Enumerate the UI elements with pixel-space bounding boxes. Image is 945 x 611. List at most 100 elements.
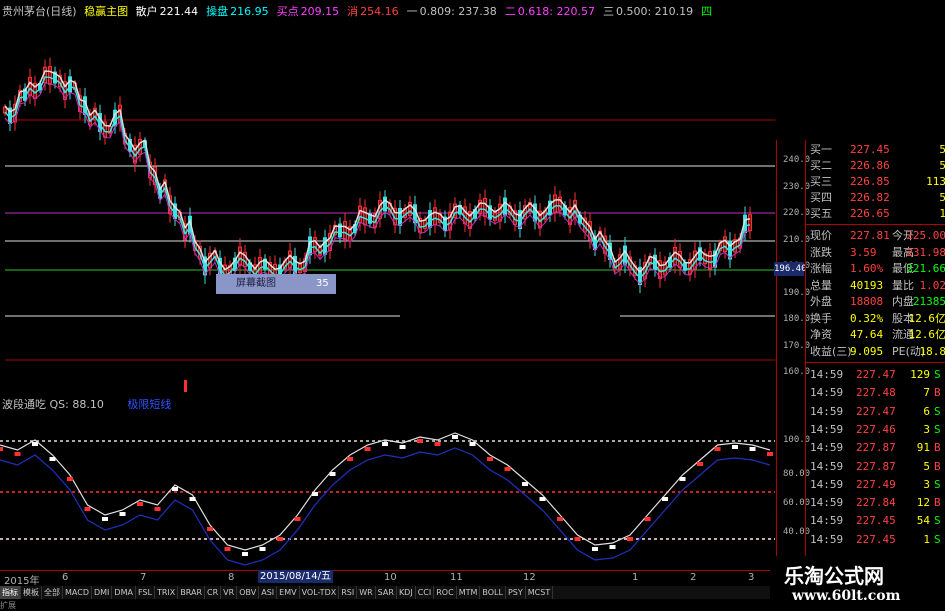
oscillator-step — [662, 497, 668, 501]
oscillator-step — [382, 442, 388, 446]
header-item-label: 散户 — [136, 5, 158, 18]
tab-trix[interactable]: TRIX — [155, 586, 178, 599]
tick-row: 14:59227.487B — [806, 384, 945, 402]
tick-side: B — [934, 458, 941, 476]
kline-chart[interactable] — [0, 0, 776, 395]
oscillator-step — [155, 507, 161, 511]
tick-side: S — [934, 421, 941, 439]
stat-row: 净资47.64流通12.6亿 — [806, 327, 945, 343]
tab-macd[interactable]: MACD — [63, 586, 92, 599]
oscillator-step — [645, 517, 651, 521]
oscillator-step — [557, 517, 563, 521]
tab-sar[interactable]: SAR — [376, 586, 397, 599]
bid-volume: 113 — [926, 174, 945, 190]
indicator-name[interactable]: 稳赢主图 — [84, 5, 128, 18]
oscillator-step — [452, 435, 458, 439]
tab-brar[interactable]: BRAR — [178, 586, 205, 599]
tick-volume: 6 — [902, 403, 930, 421]
tab-fsl[interactable]: FSL — [136, 586, 155, 599]
tick-row: 14:59227.451S — [806, 531, 945, 549]
tab-dma[interactable]: DMA — [112, 586, 136, 599]
screenshot-button[interactable]: 屏幕截图 35 — [216, 274, 336, 294]
tab-rsi[interactable]: RSI — [339, 586, 357, 599]
tab-boll[interactable]: BOLL — [480, 586, 506, 599]
bid-row[interactable]: 买一227.455 — [806, 142, 945, 158]
tab-emv[interactable]: EMV — [277, 586, 299, 599]
time-label: 12 — [523, 572, 536, 583]
header-item-2: 买点209.15 — [277, 5, 344, 18]
bid-row[interactable]: 买五226.651 — [806, 206, 945, 222]
bid-row[interactable]: 买四226.825 — [806, 190, 945, 206]
oscillator-step — [15, 452, 21, 456]
tab-obv[interactable]: OBV — [237, 586, 259, 599]
tab-指标[interactable]: 指标 — [0, 586, 21, 599]
stat-label: 净资 — [810, 327, 832, 343]
oscillator-step — [610, 545, 616, 549]
sub-indicator-name[interactable]: 波段通吃 — [2, 398, 46, 411]
tab-kdj[interactable]: KDJ — [397, 586, 416, 599]
tick-price: 227.47 — [856, 366, 896, 384]
tab-mtm[interactable]: MTM — [457, 586, 481, 599]
tab-psy[interactable]: PSY — [506, 586, 526, 599]
stat-label: 收益(三) — [810, 344, 852, 360]
oscillator-step — [767, 452, 773, 456]
ma-white-line — [5, 71, 750, 272]
tab-cci[interactable]: CCI — [416, 586, 435, 599]
candle-body — [399, 208, 402, 225]
tab-vr[interactable]: VR — [221, 586, 237, 599]
tick-volume: 91 — [902, 439, 930, 457]
tab-asi[interactable]: ASI — [259, 586, 277, 599]
tab-cr[interactable]: CR — [205, 586, 221, 599]
tick-time: 14:59 — [810, 458, 843, 476]
bid-price: 226.65 — [850, 206, 890, 222]
tab-模板[interactable]: 模板 — [21, 586, 42, 599]
stat-value: 1.60% — [850, 261, 883, 277]
oscillator-step — [627, 537, 633, 541]
main-chart-pane[interactable] — [0, 0, 776, 395]
oscillator-step — [347, 457, 353, 461]
tick-side: B — [934, 384, 941, 402]
oscillator-step — [592, 547, 598, 551]
bid-price: 226.86 — [850, 158, 890, 174]
stock-title: 贵州茅台(日线) — [2, 5, 77, 18]
bid-row[interactable]: 买三226.85113 — [806, 174, 945, 190]
tab-wr[interactable]: WR — [357, 586, 375, 599]
tab-vol-tdx[interactable]: VOL-TDX — [300, 586, 340, 599]
oscillator-step — [505, 467, 511, 471]
header-item-value: 254.16 — [360, 5, 399, 18]
time-label: 2015年 — [4, 572, 39, 587]
oscillator-step — [260, 547, 266, 551]
oscillator-step — [207, 527, 213, 531]
stat-value: 9.095 — [850, 344, 883, 360]
oscillator-step — [680, 477, 686, 481]
time-label: 7 — [140, 572, 146, 583]
tab-dmi[interactable]: DMI — [92, 586, 112, 599]
tab-全部[interactable]: 全部 — [42, 586, 63, 599]
tick-side: S — [934, 476, 941, 494]
tab-mcst[interactable]: MCST — [526, 586, 553, 599]
screenshot-value: 35 — [316, 274, 329, 294]
header-item-label: 三 — [603, 5, 614, 18]
tick-volume: 7 — [902, 384, 930, 402]
stat-label: 涨幅 — [810, 261, 832, 277]
sub-indicator-pane[interactable] — [0, 395, 776, 570]
time-label: 3 — [748, 572, 754, 583]
oscillator-step — [102, 517, 108, 521]
oscillator-step — [242, 552, 248, 556]
bid-price: 226.85 — [850, 174, 890, 190]
bid-row[interactable]: 买二226.865 — [806, 158, 945, 174]
time-label: 11 — [450, 572, 463, 583]
oscillator-chart[interactable] — [0, 395, 776, 570]
oscillator-step — [400, 445, 406, 449]
oscillator-step — [225, 547, 231, 551]
header-item-7: 四 — [701, 5, 718, 18]
oscillator-step — [435, 442, 441, 446]
oscillator-step — [487, 457, 493, 461]
tab-roc[interactable]: ROC — [434, 586, 456, 599]
divider — [806, 362, 945, 363]
candle-body — [69, 77, 72, 92]
tick-row: 14:59227.463S — [806, 421, 945, 439]
bid-label: 买四 — [810, 190, 832, 206]
tick-time: 14:59 — [810, 494, 843, 512]
bid-volume: 1 — [939, 206, 945, 222]
